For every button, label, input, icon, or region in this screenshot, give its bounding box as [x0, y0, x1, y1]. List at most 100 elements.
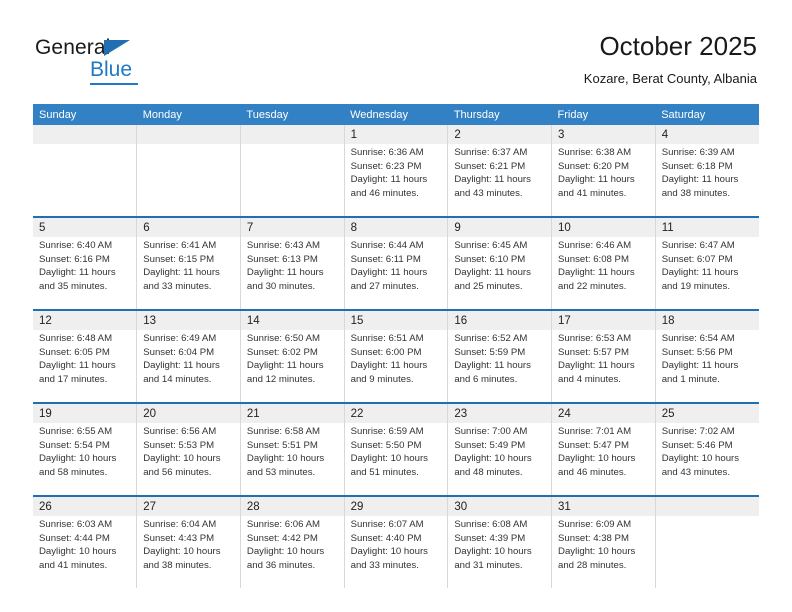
day-cell[interactable]: Sunrise: 6:43 AM Sunset: 6:13 PM Dayligh…	[239, 237, 345, 310]
day-number[interactable]: 28	[239, 495, 345, 516]
day-number[interactable]	[239, 125, 345, 144]
daylight-text-line2: and 41 minutes.	[558, 187, 627, 199]
day-cell[interactable]: Sunrise: 6:51 AM Sunset: 6:00 PM Dayligh…	[343, 330, 448, 403]
day-number[interactable]: 15	[343, 309, 448, 330]
day-number[interactable]: 17	[551, 309, 656, 330]
day-number[interactable]: 16	[447, 309, 552, 330]
day-number[interactable]: 30	[447, 495, 552, 516]
sunset-text: Sunset: 5:51 PM	[246, 439, 318, 451]
day-number[interactable]: 18	[654, 309, 759, 330]
day-cell[interactable]: Sunrise: 6:47 AM Sunset: 6:07 PM Dayligh…	[654, 237, 759, 310]
sunset-text: Sunset: 6:13 PM	[246, 253, 318, 265]
day-cell[interactable]: Sunrise: 6:36 AM Sunset: 6:23 PM Dayligh…	[343, 144, 448, 217]
sunset-text: Sunset: 6:16 PM	[39, 253, 110, 265]
day-cell[interactable]: Sunrise: 6:49 AM Sunset: 6:04 PM Dayligh…	[136, 330, 241, 403]
day-cell[interactable]: Sunrise: 6:41 AM Sunset: 6:15 PM Dayligh…	[136, 237, 241, 310]
day-cell[interactable]: Sunrise: 6:59 AM Sunset: 5:50 PM Dayligh…	[343, 423, 448, 496]
day-number[interactable]: 31	[551, 495, 656, 516]
daylight-text-line2: and 33 minutes.	[143, 280, 212, 292]
day-cell[interactable]: Sunrise: 6:46 AM Sunset: 6:08 PM Dayligh…	[551, 237, 656, 310]
day-cell[interactable]: Sunrise: 6:56 AM Sunset: 5:53 PM Dayligh…	[136, 423, 241, 496]
daylight-text-line2: and 46 minutes.	[558, 466, 627, 478]
day-number[interactable]: 6	[136, 216, 241, 237]
day-number[interactable]: 26	[33, 495, 137, 516]
day-number[interactable]: 25	[654, 402, 759, 423]
day-number[interactable]: 9	[447, 216, 552, 237]
day-number[interactable]: 4	[654, 125, 759, 144]
day-cell[interactable]: Sunrise: 6:53 AM Sunset: 5:57 PM Dayligh…	[551, 330, 656, 403]
day-cell[interactable]: Sunrise: 6:06 AM Sunset: 4:42 PM Dayligh…	[239, 516, 345, 588]
day-cell[interactable]: Sunrise: 6:48 AM Sunset: 6:05 PM Dayligh…	[33, 330, 137, 403]
daylight-text-line2: and 6 minutes.	[454, 373, 518, 385]
week-row-daynumbers: 26 27 28 29 30 31	[33, 495, 759, 516]
day-cell[interactable]: Sunrise: 7:00 AM Sunset: 5:49 PM Dayligh…	[447, 423, 552, 496]
day-cell[interactable]: Sunrise: 6:45 AM Sunset: 6:10 PM Dayligh…	[447, 237, 552, 310]
day-cell[interactable]	[239, 144, 345, 217]
day-cell[interactable]: Sunrise: 6:08 AM Sunset: 4:39 PM Dayligh…	[447, 516, 552, 588]
day-cell[interactable]	[136, 144, 241, 217]
day-number[interactable]: 29	[343, 495, 448, 516]
day-cell[interactable]	[654, 516, 759, 588]
sunset-text: Sunset: 6:15 PM	[143, 253, 215, 265]
daylight-text-line1: Daylight: 11 hours	[39, 267, 116, 279]
day-number[interactable]: 1	[343, 125, 448, 144]
day-number[interactable]: 24	[551, 402, 656, 423]
daylight-text-line1: Daylight: 11 hours	[350, 174, 428, 186]
day-cell[interactable]: Sunrise: 6:03 AM Sunset: 4:44 PM Dayligh…	[33, 516, 137, 588]
title-block: October 2025 Kozare, Berat County, Alban…	[584, 30, 757, 87]
day-number[interactable]: 20	[136, 402, 241, 423]
day-number[interactable]: 14	[239, 309, 345, 330]
day-cell[interactable]: Sunrise: 6:52 AM Sunset: 5:59 PM Dayligh…	[447, 330, 552, 403]
daylight-text-line2: and 56 minutes.	[143, 466, 212, 478]
day-number[interactable]: 13	[136, 309, 241, 330]
day-number[interactable]: 7	[239, 216, 345, 237]
daylight-text-line1: Daylight: 10 hours	[39, 453, 117, 465]
day-cell[interactable]: Sunrise: 6:07 AM Sunset: 4:40 PM Dayligh…	[343, 516, 448, 588]
day-cell[interactable]: Sunrise: 6:58 AM Sunset: 5:51 PM Dayligh…	[239, 423, 345, 496]
daylight-text-line1: Daylight: 11 hours	[350, 360, 428, 372]
day-cell[interactable]: Sunrise: 6:37 AM Sunset: 6:21 PM Dayligh…	[447, 144, 552, 217]
sunrise-text: Sunrise: 6:52 AM	[454, 333, 528, 344]
sunrise-text: Sunrise: 6:03 AM	[39, 519, 113, 530]
day-number[interactable]: 21	[239, 402, 345, 423]
daylight-text-line1: Daylight: 10 hours	[350, 546, 428, 558]
day-number[interactable]: 11	[654, 216, 759, 237]
day-number[interactable]: 23	[447, 402, 552, 423]
day-number[interactable]: 2	[447, 125, 552, 144]
day-cell[interactable]: Sunrise: 6:50 AM Sunset: 6:02 PM Dayligh…	[239, 330, 345, 403]
weekday-header-thursday: Thursday	[447, 104, 552, 125]
daylight-text-line2: and 9 minutes.	[350, 373, 414, 385]
day-cell[interactable]	[33, 144, 137, 217]
day-number[interactable]: 22	[343, 402, 448, 423]
day-cell[interactable]: Sunrise: 6:54 AM Sunset: 5:56 PM Dayligh…	[654, 330, 759, 403]
weekday-header-friday: Friday	[551, 104, 656, 125]
logo-text-general: General	[35, 36, 111, 59]
day-number[interactable]: 12	[33, 309, 137, 330]
day-cell[interactable]: Sunrise: 6:09 AM Sunset: 4:38 PM Dayligh…	[551, 516, 656, 588]
day-cell[interactable]: Sunrise: 7:01 AM Sunset: 5:47 PM Dayligh…	[551, 423, 656, 496]
sunset-text: Sunset: 6:18 PM	[661, 160, 733, 172]
day-number[interactable]	[33, 125, 137, 144]
day-cell[interactable]: Sunrise: 6:38 AM Sunset: 6:20 PM Dayligh…	[551, 144, 656, 217]
day-cell[interactable]: Sunrise: 6:39 AM Sunset: 6:18 PM Dayligh…	[654, 144, 759, 217]
day-cell[interactable]: Sunrise: 6:40 AM Sunset: 6:16 PM Dayligh…	[33, 237, 137, 310]
sunset-text: Sunset: 6:00 PM	[350, 346, 422, 358]
week-row-details: Sunrise: 6:36 AM Sunset: 6:23 PM Dayligh…	[33, 144, 759, 217]
day-number[interactable]: 19	[33, 402, 137, 423]
day-number[interactable]	[136, 125, 241, 144]
day-number[interactable]	[654, 495, 759, 516]
daylight-text-line2: and 25 minutes.	[454, 280, 523, 292]
day-cell[interactable]: Sunrise: 6:44 AM Sunset: 6:11 PM Dayligh…	[343, 237, 448, 310]
sunset-text: Sunset: 6:23 PM	[350, 160, 422, 172]
day-number[interactable]: 10	[551, 216, 656, 237]
day-cell[interactable]: Sunrise: 7:02 AM Sunset: 5:46 PM Dayligh…	[654, 423, 759, 496]
day-number[interactable]: 3	[551, 125, 656, 144]
day-number[interactable]: 8	[343, 216, 448, 237]
sunrise-text: Sunrise: 6:53 AM	[558, 333, 632, 344]
day-number[interactable]: 5	[33, 216, 137, 237]
day-cell[interactable]: Sunrise: 6:04 AM Sunset: 4:43 PM Dayligh…	[136, 516, 241, 588]
sunrise-text: Sunrise: 6:38 AM	[558, 147, 632, 158]
day-number[interactable]: 27	[136, 495, 241, 516]
day-cell[interactable]: Sunrise: 6:55 AM Sunset: 5:54 PM Dayligh…	[33, 423, 137, 496]
daylight-text-line2: and 53 minutes.	[246, 466, 316, 478]
